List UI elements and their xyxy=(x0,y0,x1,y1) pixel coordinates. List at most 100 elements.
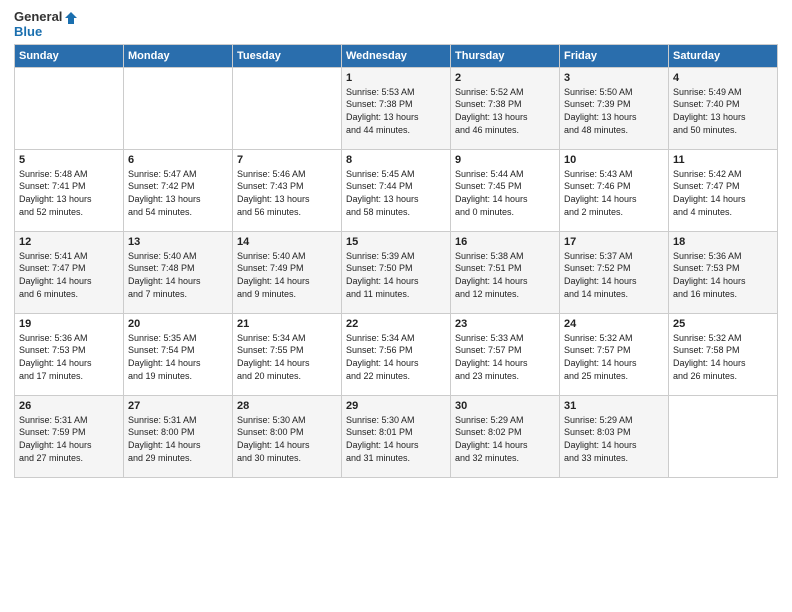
day-cell: 24 Sunrise: 5:32 AM Sunset: 7:57 PM Dayli… xyxy=(560,313,669,395)
day-number: 18 xyxy=(673,236,773,248)
day-cell: 25 Sunrise: 5:32 AM Sunset: 7:58 PM Dayli… xyxy=(669,313,778,395)
day-cell: 27 Sunrise: 5:31 AM Sunset: 8:00 PM Dayli… xyxy=(124,395,233,477)
day-info: Sunrise: 5:50 AM Sunset: 7:39 PM Dayligh… xyxy=(564,86,664,136)
day-info: Sunrise: 5:44 AM Sunset: 7:45 PM Dayligh… xyxy=(455,168,555,218)
day-info: Sunrise: 5:32 AM Sunset: 7:58 PM Dayligh… xyxy=(673,332,773,382)
day-cell: 11 Sunrise: 5:42 AM Sunset: 7:47 PM Dayli… xyxy=(669,149,778,231)
col-header-wednesday: Wednesday xyxy=(342,44,451,67)
day-info: Sunrise: 5:41 AM Sunset: 7:47 PM Dayligh… xyxy=(19,250,119,300)
day-cell: 17Sunrise: 5:37 AM Sunset: 7:52 PM Dayli… xyxy=(560,231,669,313)
day-number: 11 xyxy=(673,154,773,166)
day-number: 6 xyxy=(128,154,228,166)
day-cell: 9 Sunrise: 5:44 AM Sunset: 7:45 PM Daylig… xyxy=(451,149,560,231)
day-number: 9 xyxy=(455,154,555,166)
day-number: 17 xyxy=(564,236,664,248)
day-info: Sunrise: 5:32 AM Sunset: 7:57 PM Dayligh… xyxy=(564,332,664,382)
day-cell: 26 Sunrise: 5:31 AM Sunset: 7:59 PM Dayli… xyxy=(15,395,124,477)
col-header-tuesday: Tuesday xyxy=(233,44,342,67)
day-cell: 13Sunrise: 5:40 AM Sunset: 7:48 PM Dayli… xyxy=(124,231,233,313)
day-info: Sunrise: 5:34 AM Sunset: 7:56 PM Dayligh… xyxy=(346,332,446,382)
day-number: 28 xyxy=(237,400,337,412)
week-row-2: 5Sunrise: 5:48 AM Sunset: 7:41 PM Daylig… xyxy=(15,149,778,231)
day-info: Sunrise: 5:31 AM Sunset: 8:00 PM Dayligh… xyxy=(128,414,228,464)
day-number: 24 xyxy=(564,318,664,330)
day-info: Sunrise: 5:46 AM Sunset: 7:43 PM Dayligh… xyxy=(237,168,337,218)
day-cell: 1Sunrise: 5:53 AM Sunset: 7:38 PM Daylig… xyxy=(342,67,451,149)
day-cell: 21 Sunrise: 5:34 AM Sunset: 7:55 PM Dayli… xyxy=(233,313,342,395)
day-cell: 18 Sunrise: 5:36 AM Sunset: 7:53 PM Dayli… xyxy=(669,231,778,313)
day-info: Sunrise: 5:34 AM Sunset: 7:55 PM Dayligh… xyxy=(237,332,337,382)
day-info: Sunrise: 5:39 AM Sunset: 7:50 PM Dayligh… xyxy=(346,250,446,300)
logo-wordmark: General Blue xyxy=(14,10,78,40)
day-number: 20 xyxy=(128,318,228,330)
day-number: 27 xyxy=(128,400,228,412)
day-info: Sunrise: 5:53 AM Sunset: 7:38 PM Dayligh… xyxy=(346,86,446,136)
day-number: 10 xyxy=(564,154,664,166)
calendar-table: SundayMondayTuesdayWednesdayThursdayFrid… xyxy=(14,44,778,478)
day-number: 8 xyxy=(346,154,446,166)
day-info: Sunrise: 5:52 AM Sunset: 7:38 PM Dayligh… xyxy=(455,86,555,136)
day-cell: 23Sunrise: 5:33 AM Sunset: 7:57 PM Dayli… xyxy=(451,313,560,395)
day-number: 30 xyxy=(455,400,555,412)
day-info: Sunrise: 5:42 AM Sunset: 7:47 PM Dayligh… xyxy=(673,168,773,218)
header-row: SundayMondayTuesdayWednesdayThursdayFrid… xyxy=(15,44,778,67)
day-number: 7 xyxy=(237,154,337,166)
day-info: Sunrise: 5:49 AM Sunset: 7:40 PM Dayligh… xyxy=(673,86,773,136)
day-cell: 30 Sunrise: 5:29 AM Sunset: 8:02 PM Dayli… xyxy=(451,395,560,477)
day-cell: 10 Sunrise: 5:43 AM Sunset: 7:46 PM Dayli… xyxy=(560,149,669,231)
day-number: 5 xyxy=(19,154,119,166)
day-info: Sunrise: 5:31 AM Sunset: 7:59 PM Dayligh… xyxy=(19,414,119,464)
day-cell: 20 Sunrise: 5:35 AM Sunset: 7:54 PM Dayli… xyxy=(124,313,233,395)
day-info: Sunrise: 5:29 AM Sunset: 8:02 PM Dayligh… xyxy=(455,414,555,464)
day-cell: 28 Sunrise: 5:30 AM Sunset: 8:00 PM Dayli… xyxy=(233,395,342,477)
day-info: Sunrise: 5:35 AM Sunset: 7:54 PM Dayligh… xyxy=(128,332,228,382)
day-cell xyxy=(15,67,124,149)
day-info: Sunrise: 5:43 AM Sunset: 7:46 PM Dayligh… xyxy=(564,168,664,218)
day-cell: 15 Sunrise: 5:39 AM Sunset: 7:50 PM Dayli… xyxy=(342,231,451,313)
day-cell: 4 Sunrise: 5:49 AM Sunset: 7:40 PM Daylig… xyxy=(669,67,778,149)
day-cell: 5Sunrise: 5:48 AM Sunset: 7:41 PM Daylig… xyxy=(15,149,124,231)
day-info: Sunrise: 5:47 AM Sunset: 7:42 PM Dayligh… xyxy=(128,168,228,218)
day-number: 4 xyxy=(673,72,773,84)
day-info: Sunrise: 5:30 AM Sunset: 8:00 PM Dayligh… xyxy=(237,414,337,464)
day-number: 3 xyxy=(564,72,664,84)
day-number: 25 xyxy=(673,318,773,330)
day-number: 16 xyxy=(455,236,555,248)
logo-blue: Blue xyxy=(14,25,78,40)
day-cell: 29 Sunrise: 5:30 AM Sunset: 8:01 PM Dayli… xyxy=(342,395,451,477)
day-cell: 6 Sunrise: 5:47 AM Sunset: 7:42 PM Daylig… xyxy=(124,149,233,231)
day-cell: 7 Sunrise: 5:46 AM Sunset: 7:43 PM Daylig… xyxy=(233,149,342,231)
day-info: Sunrise: 5:36 AM Sunset: 7:53 PM Dayligh… xyxy=(19,332,119,382)
day-info: Sunrise: 5:30 AM Sunset: 8:01 PM Dayligh… xyxy=(346,414,446,464)
header: General Blue xyxy=(14,10,778,40)
day-info: Sunrise: 5:40 AM Sunset: 7:49 PM Dayligh… xyxy=(237,250,337,300)
day-info: Sunrise: 5:36 AM Sunset: 7:53 PM Dayligh… xyxy=(673,250,773,300)
day-cell: 12 Sunrise: 5:41 AM Sunset: 7:47 PM Dayli… xyxy=(15,231,124,313)
day-number: 12 xyxy=(19,236,119,248)
day-number: 21 xyxy=(237,318,337,330)
day-info: Sunrise: 5:38 AM Sunset: 7:51 PM Dayligh… xyxy=(455,250,555,300)
day-info: Sunrise: 5:45 AM Sunset: 7:44 PM Dayligh… xyxy=(346,168,446,218)
day-cell: 2 Sunrise: 5:52 AM Sunset: 7:38 PM Daylig… xyxy=(451,67,560,149)
day-cell: 22Sunrise: 5:34 AM Sunset: 7:56 PM Dayli… xyxy=(342,313,451,395)
col-header-monday: Monday xyxy=(124,44,233,67)
day-cell: 8 Sunrise: 5:45 AM Sunset: 7:44 PM Daylig… xyxy=(342,149,451,231)
day-cell: 31Sunrise: 5:29 AM Sunset: 8:03 PM Dayli… xyxy=(560,395,669,477)
day-number: 15 xyxy=(346,236,446,248)
day-cell: 14 Sunrise: 5:40 AM Sunset: 7:49 PM Dayli… xyxy=(233,231,342,313)
day-cell: 16 Sunrise: 5:38 AM Sunset: 7:51 PM Dayli… xyxy=(451,231,560,313)
col-header-sunday: Sunday xyxy=(15,44,124,67)
day-cell xyxy=(669,395,778,477)
day-number: 26 xyxy=(19,400,119,412)
week-row-3: 12 Sunrise: 5:41 AM Sunset: 7:47 PM Dayli… xyxy=(15,231,778,313)
week-row-4: 19Sunrise: 5:36 AM Sunset: 7:53 PM Dayli… xyxy=(15,313,778,395)
day-info: Sunrise: 5:29 AM Sunset: 8:03 PM Dayligh… xyxy=(564,414,664,464)
day-number: 14 xyxy=(237,236,337,248)
day-number: 29 xyxy=(346,400,446,412)
col-header-thursday: Thursday xyxy=(451,44,560,67)
week-row-5: 26 Sunrise: 5:31 AM Sunset: 7:59 PM Dayli… xyxy=(15,395,778,477)
day-number: 2 xyxy=(455,72,555,84)
page-container: General Blue SundayMondayTuesdayWednesda… xyxy=(0,0,792,486)
logo: General Blue xyxy=(14,10,78,40)
day-cell: 3 Sunrise: 5:50 AM Sunset: 7:39 PM Daylig… xyxy=(560,67,669,149)
